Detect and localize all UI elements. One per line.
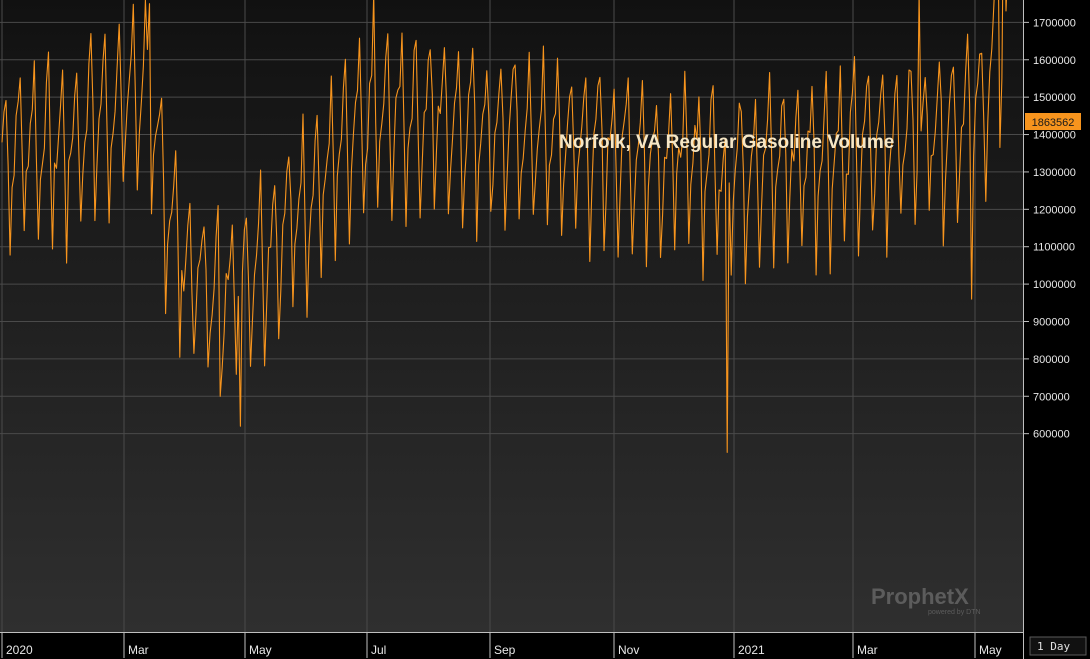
price-chart[interactable]: 600000 700000 800000 900000 1000000 1100000 12…: [0, 0, 1090, 659]
x-tick-label: May: [979, 643, 1002, 657]
y-tick-label: 800000: [1033, 354, 1070, 366]
x-tick-label: Sep: [494, 643, 516, 657]
y-tick-label: 1700000: [1033, 17, 1076, 29]
x-tick-label: May: [249, 643, 272, 657]
x-tick-label: Jul: [371, 643, 386, 657]
y-tick-label: 1400000: [1033, 130, 1076, 142]
period-selector[interactable]: 1 Day: [1029, 636, 1087, 656]
y-tick-label: 1300000: [1033, 167, 1076, 179]
last-value-marker: 1863562: [1025, 113, 1081, 130]
chart-title: Norfolk, VA Regular Gasoline Volume: [559, 132, 894, 153]
x-tick-label: Mar: [857, 643, 878, 657]
x-tick-label: 2021: [738, 643, 765, 657]
x-tick-label: Nov: [618, 643, 639, 657]
y-tick-label: 700000: [1033, 391, 1070, 403]
y-tick-label: 1100000: [1033, 242, 1075, 254]
y-tick-label: 1200000: [1033, 204, 1076, 216]
last-value-label: 1863562: [1032, 117, 1075, 129]
logo-tagline: powered by DTN: [928, 609, 981, 616]
x-tick-label: 2020: [6, 643, 33, 657]
y-tick-label: 1500000: [1033, 92, 1076, 104]
period-label: 1 Day: [1037, 640, 1070, 653]
y-tick-label: 1000000: [1033, 279, 1076, 291]
x-tick-label: Mar: [128, 643, 149, 657]
logo-wordmark: ProphetX: [871, 584, 969, 609]
y-tick-label: 1600000: [1033, 55, 1076, 67]
y-tick-label: 600000: [1033, 429, 1070, 441]
y-tick-label: 900000: [1033, 316, 1070, 328]
